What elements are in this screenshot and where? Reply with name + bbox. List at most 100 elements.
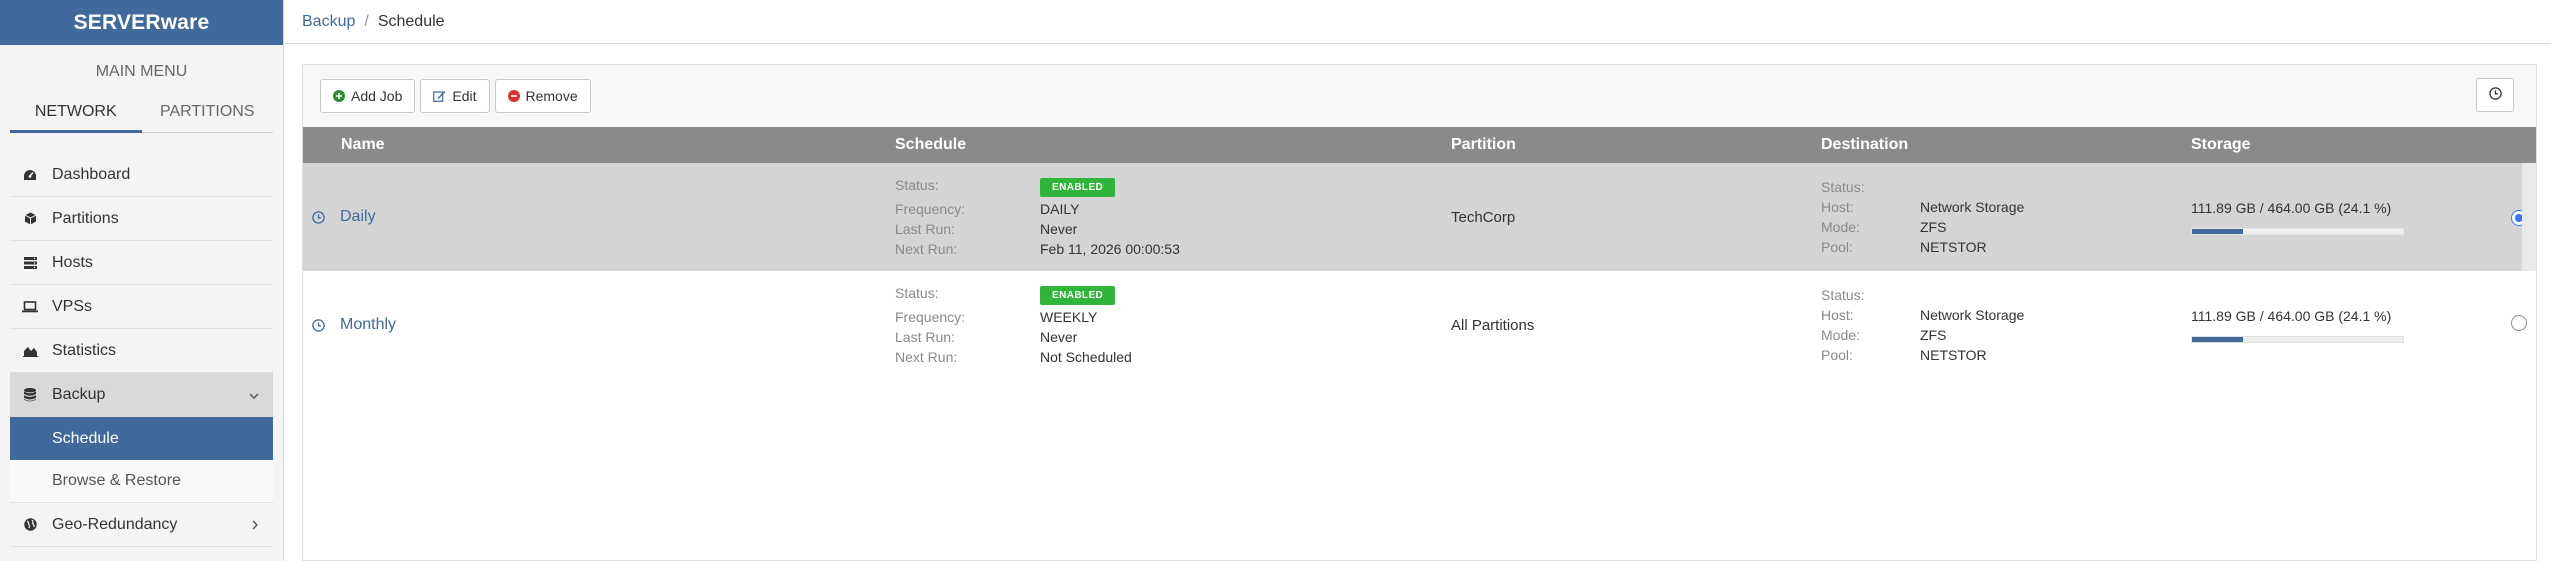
status-label: Status: — [895, 177, 939, 193]
status-label: Status: — [895, 285, 939, 301]
row-select-radio[interactable] — [2511, 315, 2527, 331]
column-header-name[interactable]: Name — [303, 127, 895, 163]
sidebar-item-label: Backup — [52, 386, 106, 403]
clock-icon — [312, 318, 325, 332]
schedule-panel: Add Job Edit Remove Name Schedule Partit… — [302, 64, 2537, 561]
mode-label: Mode: — [1821, 327, 1860, 343]
laptop-icon — [22, 299, 38, 315]
pool-value: NETSTOR — [1920, 239, 1987, 255]
sidebar-item-label: Geo-Redundancy — [52, 515, 178, 533]
breadcrumb-separator: / — [364, 12, 369, 30]
sidebar-item-vpss[interactable]: VPSs — [10, 285, 273, 329]
column-header-destination[interactable]: Destination — [1821, 127, 2191, 163]
mode-value: ZFS — [1920, 219, 1947, 235]
breadcrumb: Backup / Schedule — [285, 0, 2551, 44]
sidebar-item-hosts[interactable]: Hosts — [10, 241, 273, 285]
pool-value: NETSTOR — [1920, 347, 1987, 363]
host-value: Network Storage — [1920, 199, 2025, 215]
storage-usage-bar — [2191, 227, 2404, 235]
next-run-label: Next Run: — [895, 349, 958, 365]
last-run-value: Never — [1040, 329, 1078, 345]
breadcrumb-backup-link[interactable]: Backup — [302, 13, 355, 31]
column-header-select — [2511, 127, 2536, 163]
main-menu-title: MAIN MENU — [95, 63, 188, 80]
schedule-details: Status: ENABLED Frequency: WEEKLY Last R… — [895, 285, 1451, 365]
storage-usage-bar — [2191, 335, 2404, 343]
sidebar-subitem-schedule[interactable]: Schedule — [10, 417, 273, 460]
mode-value: ZFS — [1920, 327, 1947, 343]
partition-value: All Partitions — [1451, 316, 1535, 334]
table-scrollbar[interactable] — [2522, 163, 2536, 271]
column-header-schedule[interactable]: Schedule — [895, 127, 1451, 163]
toolbar: Add Job Edit Remove — [303, 65, 2536, 127]
menu-tabs: NETWORK PARTITIONS — [10, 95, 273, 133]
sidebar-item-label: Dashboard — [52, 165, 131, 183]
host-label: Host: — [1821, 307, 1854, 323]
edit-icon — [433, 90, 446, 102]
sidebar-item-backup[interactable]: Backup — [10, 373, 273, 417]
table-row[interactable]: Daily Status: ENABLED Frequency: DAILY L… — [303, 163, 2536, 271]
next-run-label: Next Run: — [895, 241, 958, 257]
last-run-label: Last Run: — [895, 221, 955, 237]
sidebar-item-geo-redundancy[interactable]: Geo-Redundancy — [10, 503, 273, 547]
storage-usage-bar-fill — [2192, 336, 2243, 342]
status-badge: ENABLED — [1040, 178, 1116, 197]
breadcrumb-current: Schedule — [377, 12, 445, 30]
sidebar-item-statistics[interactable]: Statistics — [10, 329, 273, 373]
dashboard-icon — [22, 167, 38, 183]
tab-partitions[interactable]: PARTITIONS — [142, 95, 274, 132]
frequency-value: WEEKLY — [1040, 309, 1098, 325]
storage-usage-bar-fill — [2192, 228, 2243, 234]
storage-usage-text: 111.89 GB / 464.00 GB (24.1 %) — [2191, 199, 2392, 216]
table-row[interactable]: Monthly Status: ENABLED Frequency: WEEKL… — [303, 271, 2536, 379]
clock-icon — [312, 210, 325, 224]
chevron-right-icon — [252, 517, 259, 533]
sidebar-item-dashboard[interactable]: Dashboard — [10, 153, 273, 197]
area-chart-icon — [22, 343, 38, 359]
column-header-partition[interactable]: Partition — [1451, 127, 1821, 163]
destination-status-label: Status: — [1821, 179, 1865, 195]
mode-label: Mode: — [1821, 219, 1860, 235]
edit-label: Edit — [452, 88, 477, 104]
server-icon — [22, 255, 38, 271]
edit-button[interactable]: Edit — [420, 79, 490, 113]
add-job-button[interactable]: Add Job — [320, 79, 416, 113]
add-job-label: Add Job — [351, 88, 403, 104]
frequency-label: Frequency: — [895, 201, 966, 217]
backup-jobs-table: Name Schedule Partition Destination Stor… — [303, 127, 2536, 379]
job-name-link[interactable]: Daily — [340, 208, 376, 226]
chevron-down-icon — [249, 387, 259, 403]
sidebar-item-label: Partitions — [52, 209, 119, 227]
host-value: Network Storage — [1920, 307, 2025, 323]
cube-icon — [22, 211, 38, 227]
next-run-value: Not Scheduled — [1040, 349, 1132, 365]
plus-circle-icon — [333, 90, 345, 102]
last-run-value: Never — [1040, 221, 1078, 237]
destination-details: Status: Host: Network Storage Mode: ZFS … — [1821, 287, 2191, 363]
database-icon — [22, 387, 38, 403]
partition-value: TechCorp — [1451, 208, 1516, 226]
destination-status-label: Status: — [1821, 287, 1865, 303]
table-header-row: Name Schedule Partition Destination Stor… — [303, 127, 2536, 163]
column-header-storage[interactable]: Storage — [2191, 127, 2511, 163]
tab-network[interactable]: NETWORK — [10, 95, 142, 133]
globe-icon — [22, 517, 38, 533]
history-button[interactable] — [2476, 78, 2514, 112]
clock-icon — [2488, 87, 2502, 103]
sidebar-subitem-browse-restore[interactable]: Browse & Restore — [10, 460, 273, 503]
sidebar-item-label: Statistics — [52, 341, 117, 359]
job-name-link[interactable]: Monthly — [340, 316, 396, 334]
frequency-label: Frequency: — [895, 309, 966, 325]
sidebar-item-partitions[interactable]: Partitions — [10, 197, 273, 241]
remove-button[interactable]: Remove — [494, 79, 591, 113]
sidebar-item-label: Hosts — [52, 253, 93, 271]
remove-label: Remove — [525, 88, 578, 104]
frequency-value: DAILY — [1040, 201, 1080, 217]
minus-circle-icon — [507, 90, 520, 102]
last-run-label: Last Run: — [895, 329, 955, 345]
schedule-details: Status: ENABLED Frequency: DAILY Last Ru… — [895, 177, 1451, 257]
sidebar-item-label: VPSs — [52, 297, 93, 315]
sidebar: SERVERware MAIN MENU NETWORK PARTITIONS … — [0, 0, 284, 561]
brand-logo[interactable]: SERVERware — [0, 0, 283, 45]
status-badge: ENABLED — [1040, 286, 1116, 305]
